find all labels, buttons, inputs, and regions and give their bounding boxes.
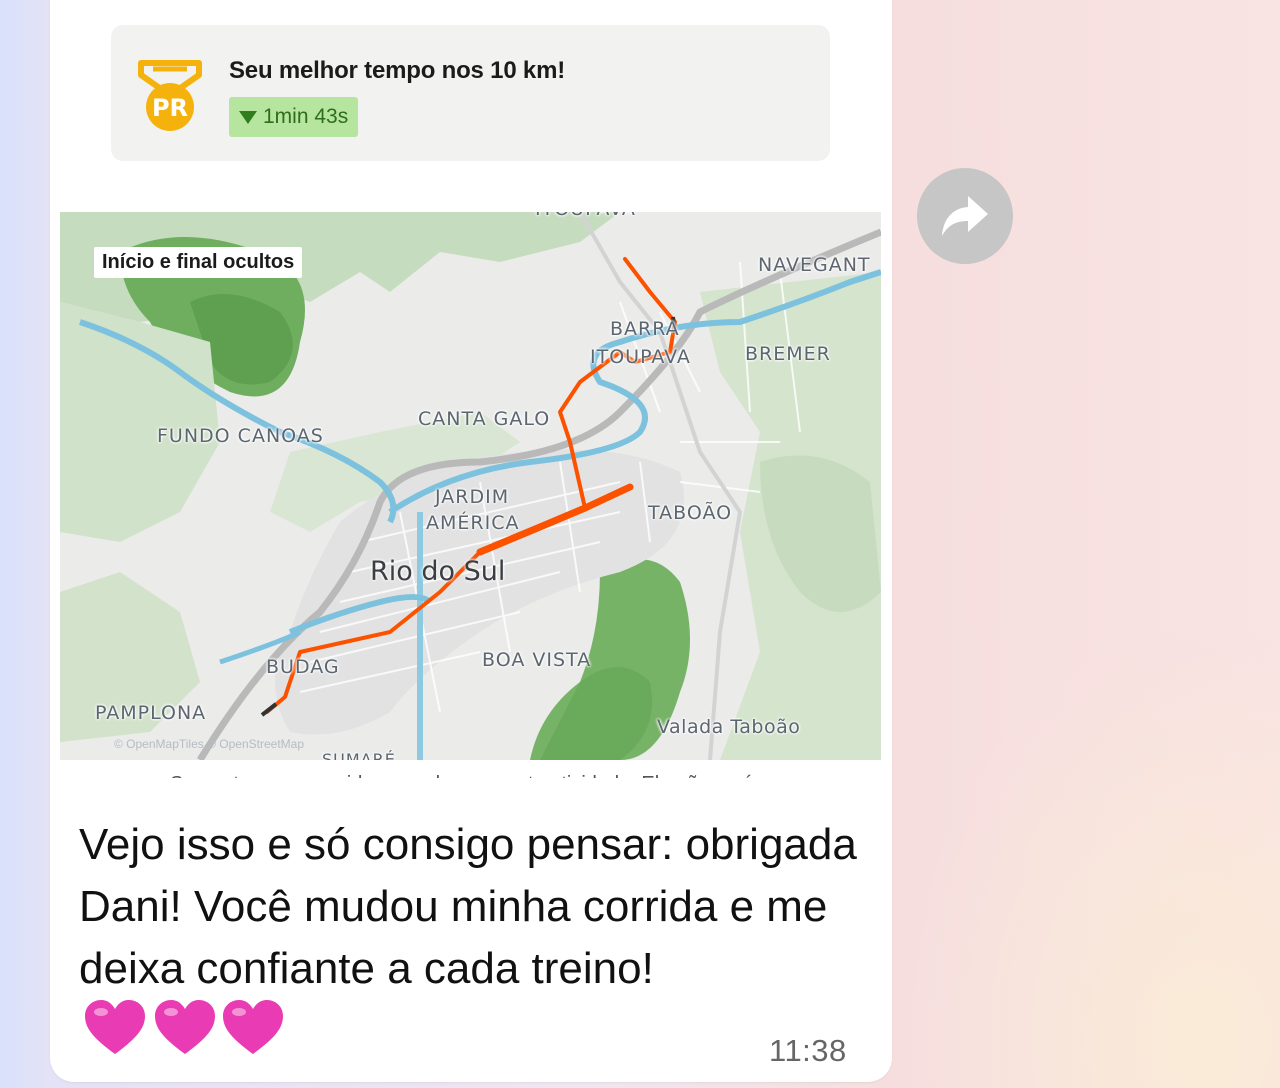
- personal-record-card[interactable]: PR Seu melhor tempo nos 10 km! 1min 43s: [111, 25, 830, 161]
- map-label-top: ITOUPAVA: [535, 212, 636, 220]
- message-time: 11:38: [769, 1033, 847, 1068]
- map-label-boa-vista: BOA VISTA: [482, 649, 592, 671]
- pr-improvement-value: 1min 43s: [263, 105, 349, 128]
- map-label-taboao: TABOÃO: [648, 502, 733, 524]
- pr-title: Seu melhor tempo nos 10 km!: [229, 57, 566, 84]
- map-label-budag: BUDAG: [266, 656, 340, 678]
- map-city-label: Rio do Sul: [370, 556, 506, 587]
- background-gradient: [900, 620, 1280, 1088]
- message-bubble[interactable]: PR Seu melhor tempo nos 10 km! 1min 43s: [50, 0, 892, 1082]
- map-label-fundo-canoas: FUNDO CANOAS: [157, 425, 324, 447]
- forward-button[interactable]: [917, 168, 1013, 264]
- message-body: Vejo isso e só consigo pensar: obrigada …: [79, 820, 857, 993]
- map-label-barra: BARRA: [610, 318, 680, 340]
- privacy-caption: Somente seus seguidores podem ver esta a…: [170, 768, 754, 778]
- map-label-navegantes: NAVEGANT: [758, 254, 871, 276]
- heart-emoji-icon: [85, 1000, 285, 1075]
- pr-improvement-badge: 1min 43s: [229, 97, 359, 137]
- map-label-canta-galo: CANTA GALO: [418, 408, 551, 430]
- activity-map[interactable]: Início e final ocultos ITOUPAVA NAVEGANT…: [60, 212, 881, 760]
- map-label-itoupava: ITOUPAVA: [590, 346, 691, 368]
- map-attribution: © OpenMapTiles © OpenStreetMap: [114, 737, 304, 751]
- map-label-pamplona: PAMPLONA: [95, 702, 207, 724]
- map-label-sumare: SUMARÉ: [322, 750, 396, 760]
- map-label-america: AMÉRICA: [426, 512, 520, 534]
- forward-arrow-icon: [942, 196, 988, 236]
- svg-text:PR: PR: [152, 94, 188, 122]
- privacy-badge: Início e final ocultos: [94, 247, 303, 278]
- triangle-down-icon: [239, 110, 257, 124]
- map-label-jardim: JARDIM: [435, 486, 510, 508]
- pr-medal-icon: PR: [138, 60, 202, 131]
- map-label-valada-taboao: Valada Taboão: [657, 716, 801, 738]
- map-label-bremer: BREMER: [745, 343, 831, 365]
- message-text[interactable]: Vejo isso e só consigo pensar: obrigada …: [79, 814, 869, 1075]
